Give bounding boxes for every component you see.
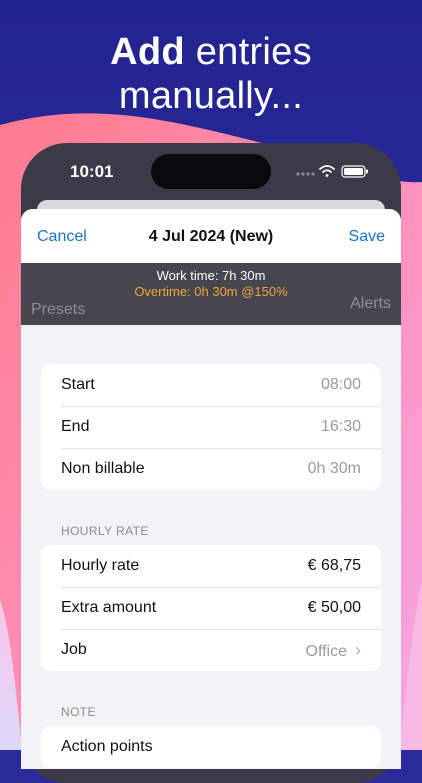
extra-amount-value: € 50,00 bbox=[307, 599, 361, 616]
job-row[interactable]: Job Office › bbox=[41, 629, 381, 671]
start-value: 08:00 bbox=[320, 376, 361, 393]
start-row[interactable]: Start 08:00 bbox=[41, 364, 381, 406]
hourly-rate-row[interactable]: Hourly rate € 68,75 bbox=[41, 545, 381, 587]
extra-amount-label: Extra amount bbox=[61, 599, 157, 616]
non-billable-value: 0h 30m bbox=[307, 460, 361, 477]
times-card: Start 08:00 End 16:30 Non billable 0h 30… bbox=[41, 364, 381, 490]
hourly-rate-label: Hourly rate bbox=[61, 557, 140, 574]
presets-button[interactable]: Presets bbox=[31, 301, 85, 319]
note-row[interactable]: Action points bbox=[41, 726, 381, 768]
dynamic-island bbox=[151, 154, 271, 189]
non-billable-row[interactable]: Non billable 0h 30m bbox=[41, 448, 381, 490]
battery-icon bbox=[341, 165, 368, 178]
hourly-rate-card: Hourly rate € 68,75 Extra amount € 50,00… bbox=[41, 545, 381, 671]
alerts-button[interactable]: Alerts bbox=[350, 295, 391, 313]
time-summary: Work time: 7h 30m Overtime: 0h 30m @150%… bbox=[21, 263, 401, 325]
hourly-rate-value: € 68,75 bbox=[307, 557, 361, 574]
end-value: 16:30 bbox=[320, 418, 361, 435]
overtime: Overtime: 0h 30m @150% bbox=[134, 284, 288, 299]
headline-rest: entries bbox=[184, 31, 312, 73]
work-time: Work time: 7h 30m bbox=[156, 268, 266, 283]
note-header: NOTE bbox=[61, 705, 96, 719]
job-label: Job bbox=[61, 641, 87, 658]
end-label: End bbox=[61, 418, 90, 435]
note-card: Action points bbox=[41, 726, 381, 768]
nav-bar: Cancel 4 Jul 2024 (New) Save bbox=[21, 209, 401, 263]
job-value: Office bbox=[305, 642, 348, 660]
non-billable-label: Non billable bbox=[61, 460, 145, 477]
chevron-right-icon: › bbox=[355, 639, 361, 660]
extra-amount-row[interactable]: Extra amount € 50,00 bbox=[41, 587, 381, 629]
headline-bold: Add bbox=[110, 31, 185, 73]
headline: Add entries manually... bbox=[0, 30, 422, 118]
status-icons bbox=[296, 165, 368, 178]
status-time: 10:01 bbox=[70, 162, 114, 181]
signal-icon bbox=[296, 172, 315, 176]
nav-title: 4 Jul 2024 (New) bbox=[148, 228, 274, 245]
hourly-rate-header: HOURLY RATE bbox=[61, 524, 149, 538]
end-row[interactable]: End 16:30 bbox=[41, 406, 381, 448]
entry-sheet: Cancel 4 Jul 2024 (New) Save Work time: … bbox=[21, 209, 401, 769]
save-button[interactable]: Save bbox=[349, 228, 385, 246]
start-label: Start bbox=[61, 376, 95, 393]
wifi-icon bbox=[319, 165, 335, 177]
headline-line2: manually... bbox=[118, 75, 304, 117]
note-text: Action points bbox=[61, 738, 153, 755]
